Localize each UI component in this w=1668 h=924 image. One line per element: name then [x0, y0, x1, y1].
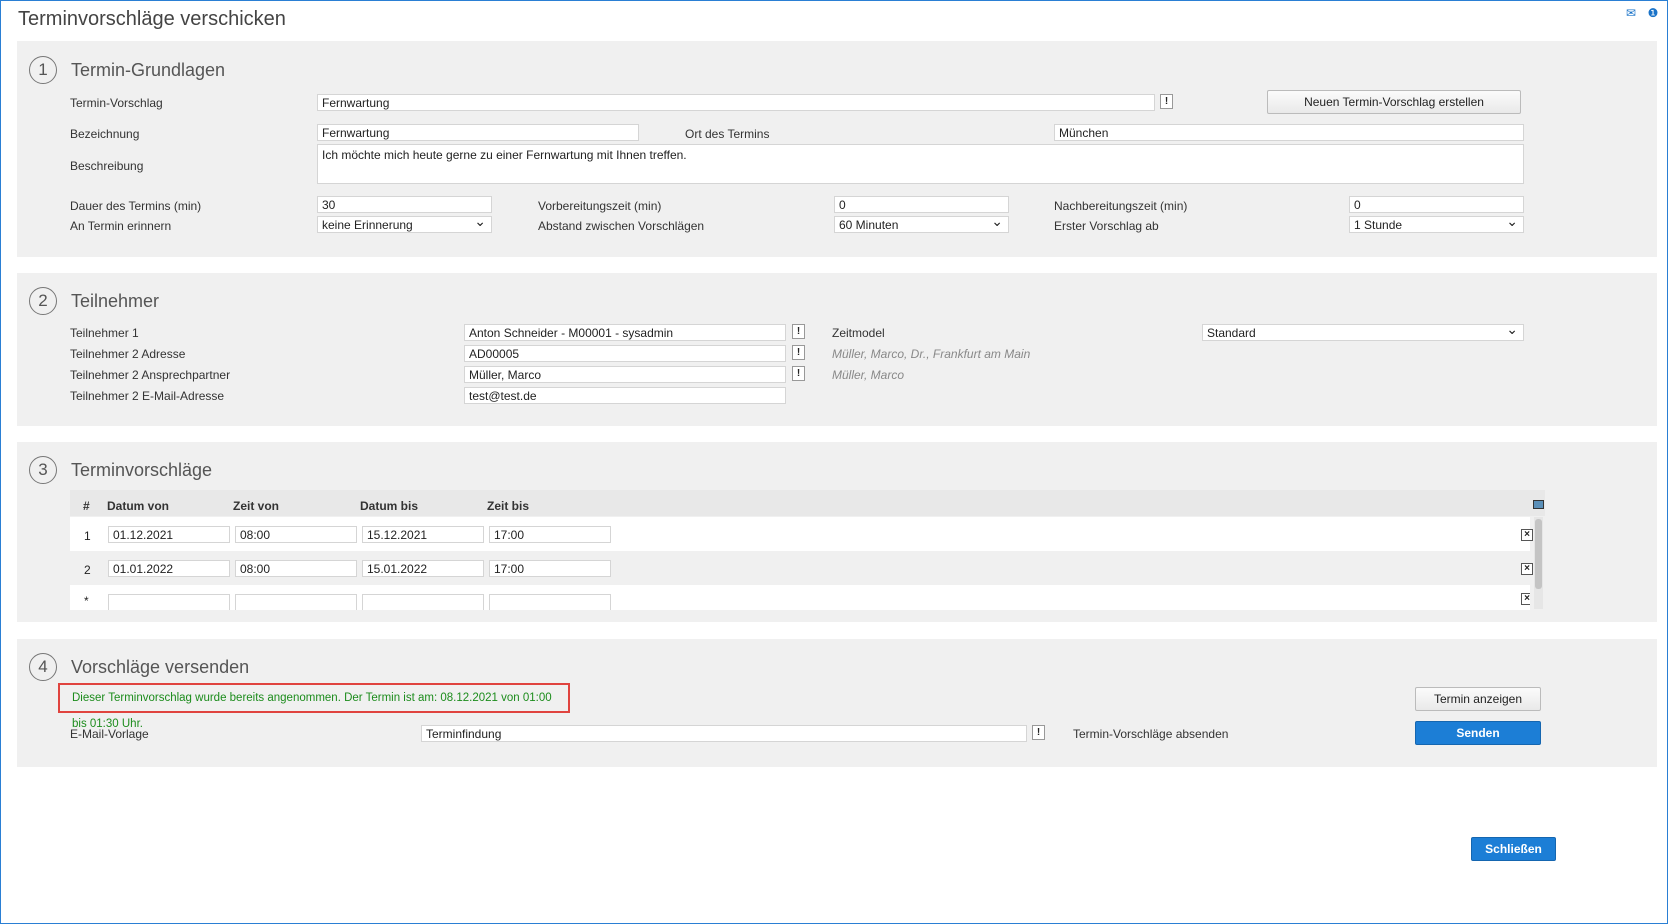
table-header: # Datum von Zeit von Datum bis Zeit bis [70, 490, 1545, 516]
abstand-select[interactable]: 60 Minuten [834, 216, 1009, 233]
table-row-new: * × [70, 585, 1530, 610]
zeit-von-input[interactable]: 08:00 [235, 560, 357, 577]
vorbereitung-input[interactable]: 0 [834, 196, 1009, 213]
show-appointment-button[interactable]: Termin anzeigen [1415, 687, 1541, 711]
delete-row-icon[interactable]: × [1521, 593, 1530, 605]
zeit-von-input[interactable] [235, 594, 357, 610]
section-title: Vorschläge versenden [71, 656, 250, 677]
teilnehmer2-ansprechpartner-lookup-button[interactable]: ! [792, 366, 805, 381]
dauer-label: Dauer des Termins (min) [70, 199, 202, 213]
bezeichnung-label: Bezeichnung [70, 127, 140, 141]
teilnehmer2-adresse-label: Teilnehmer 2 Adresse [70, 347, 186, 361]
col-header-zeit-von[interactable]: Zeit von [233, 499, 279, 513]
zeitmodel-label: Zeitmodel [832, 326, 885, 340]
row-number: * [84, 594, 89, 608]
teilnehmer1-input[interactable]: Anton Schneider - M00001 - sysadmin [464, 324, 786, 341]
datum-von-input[interactable]: 01.01.2022 [108, 560, 230, 577]
step-number: 4 [29, 653, 57, 681]
zeit-von-input[interactable]: 08:00 [235, 526, 357, 543]
col-header-datum-bis[interactable]: Datum bis [360, 499, 418, 513]
proposals-table: # Datum von Zeit von Datum bis Zeit bis … [70, 490, 1545, 610]
delete-row-icon[interactable]: × [1521, 563, 1533, 575]
accepted-notice: Dieser Terminvorschlag wurde bereits ang… [58, 683, 570, 730]
section-header: 2 Teilnehmer [29, 287, 159, 315]
nachbereitung-label: Nachbereitungszeit (min) [1054, 199, 1188, 213]
datum-von-input[interactable]: 01.12.2021 [108, 526, 230, 543]
section-title: Terminvorschläge [71, 459, 213, 480]
zeit-bis-input[interactable] [489, 594, 611, 610]
section-title: Teilnehmer [71, 290, 160, 311]
teilnehmer2-email-label: Teilnehmer 2 E-Mail-Adresse [70, 389, 225, 403]
dauer-input[interactable]: 30 [317, 196, 492, 213]
teilnehmer2-ansprechpartner-hint: Müller, Marco [832, 368, 905, 382]
teilnehmer1-lookup-button[interactable]: ! [792, 324, 805, 339]
step-number: 1 [29, 56, 57, 84]
new-proposal-button[interactable]: Neuen Termin-Vorschlag erstellen [1267, 90, 1521, 114]
erinnern-label: An Termin erinnern [70, 219, 172, 233]
ort-label: Ort des Termins [685, 127, 770, 141]
section-teilnehmer: 2 Teilnehmer Teilnehmer 1 Anton Schneide… [17, 273, 1657, 426]
help-icon[interactable]: ❶ [1646, 6, 1660, 20]
row-number: 1 [84, 529, 91, 543]
zeit-bis-input[interactable]: 17:00 [489, 560, 611, 577]
col-header-zeit-bis[interactable]: Zeit bis [487, 499, 529, 513]
abstand-label: Abstand zwischen Vorschlägen [538, 219, 705, 233]
datum-bis-input[interactable]: 15.12.2021 [362, 526, 484, 543]
teilnehmer2-adresse-input[interactable]: AD00005 [464, 345, 786, 362]
close-button[interactable]: Schließen [1471, 837, 1556, 861]
vorbereitung-label: Vorbereitungszeit (min) [538, 199, 662, 213]
erster-select[interactable]: 1 Stunde [1349, 216, 1524, 233]
table-row: 1 01.12.2021 08:00 15.12.2021 17:00 × [70, 517, 1533, 551]
mail-icon[interactable]: ✉ [1624, 6, 1638, 20]
absenden-label: Termin-Vorschläge absenden [1073, 727, 1229, 741]
zeitmodel-select[interactable]: Standard [1202, 324, 1524, 341]
datum-bis-input[interactable]: 15.01.2022 [362, 560, 484, 577]
table-scrollbar[interactable] [1534, 517, 1543, 609]
beschreibung-textarea[interactable]: Ich möchte mich heute gerne zu einer Fer… [317, 144, 1524, 184]
row-number: 2 [84, 563, 91, 577]
section-title: Termin-Grundlagen [71, 59, 226, 80]
zeit-bis-input[interactable]: 17:00 [489, 526, 611, 543]
nachbereitung-input[interactable]: 0 [1349, 196, 1524, 213]
section-header: 4 Vorschläge versenden [29, 653, 249, 681]
col-header-datum-von[interactable]: Datum von [107, 499, 169, 513]
email-vorlage-lookup-button[interactable]: ! [1032, 725, 1045, 740]
teilnehmer1-label: Teilnehmer 1 [70, 326, 139, 340]
section-header: 3 Terminvorschläge [29, 456, 212, 484]
erinnern-select[interactable]: keine Erinnerung [317, 216, 492, 233]
datum-von-input[interactable] [108, 594, 230, 610]
teilnehmer2-email-input[interactable]: test@test.de [464, 387, 786, 404]
step-number: 2 [29, 287, 57, 315]
send-button[interactable]: Senden [1415, 721, 1541, 745]
col-header-num: # [83, 499, 90, 513]
beschreibung-label: Beschreibung [70, 159, 144, 173]
datum-bis-input[interactable] [362, 594, 484, 610]
top-icons: ✉ ❶ [1624, 6, 1660, 20]
ort-input[interactable]: München [1054, 124, 1524, 141]
section-termin-grundlagen: 1 Termin-Grundlagen Termin-Vorschlag Fer… [17, 41, 1657, 257]
termin-vorschlag-label: Termin-Vorschlag [70, 96, 163, 110]
termin-vorschlag-input[interactable]: Fernwartung [317, 94, 1155, 111]
step-number: 3 [29, 456, 57, 484]
termin-vorschlag-lookup-button[interactable]: ! [1160, 94, 1173, 109]
erster-label: Erster Vorschlag ab [1054, 219, 1159, 233]
section-header: 1 Termin-Grundlagen [29, 56, 225, 84]
teilnehmer2-adresse-lookup-button[interactable]: ! [792, 345, 805, 360]
teilnehmer2-adresse-hint: Müller, Marco, Dr., Frankfurt am Main [832, 347, 1031, 361]
section-vorschlaege-versenden: 4 Vorschläge versenden Dieser Terminvors… [17, 639, 1657, 767]
table-row: 2 01.01.2022 08:00 15.01.2022 17:00 × [70, 551, 1533, 585]
email-vorlage-label: E-Mail-Vorlage [70, 727, 149, 741]
teilnehmer2-ansprechpartner-label: Teilnehmer 2 Ansprechpartner [70, 368, 231, 382]
teilnehmer2-ansprechpartner-input[interactable]: Müller, Marco [464, 366, 786, 383]
email-vorlage-input[interactable]: Terminfindung [421, 725, 1027, 742]
page-title: Terminvorschläge verschicken [18, 8, 286, 30]
column-chooser-icon[interactable] [1533, 500, 1544, 509]
delete-row-icon[interactable]: × [1521, 529, 1533, 541]
bezeichnung-input[interactable]: Fernwartung [317, 124, 639, 141]
